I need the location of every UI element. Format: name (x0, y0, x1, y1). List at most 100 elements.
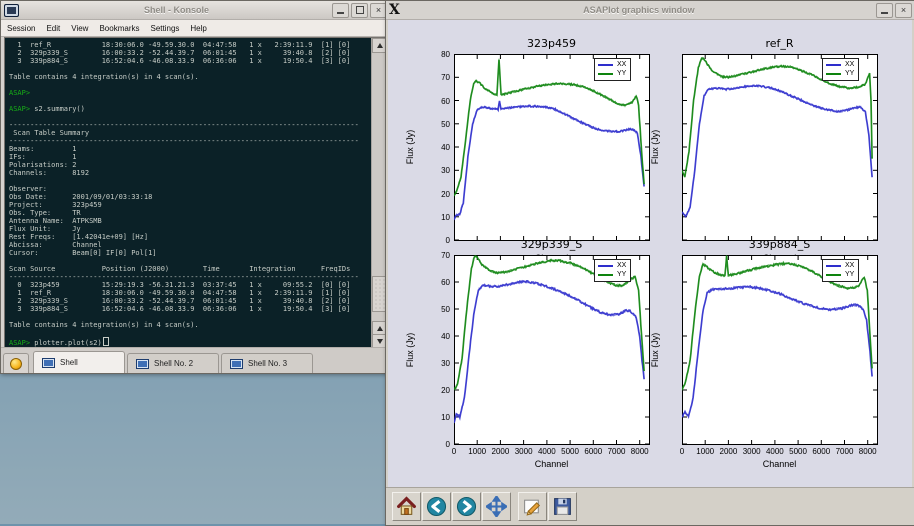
subplot-329p339_S[interactable] (454, 255, 650, 445)
konsole-menubar: Session Edit View Bookmarks Settings Help (1, 20, 390, 37)
y-tick-label: 40 (428, 332, 450, 341)
terminal-cursor (103, 337, 109, 346)
legend-label: XX (617, 262, 626, 269)
terminal-line: Scan Source Position (J2000) Time Integr… (9, 265, 371, 273)
terminal-scrollbar[interactable] (371, 38, 386, 349)
terminal-line: Obs. Type: TR (9, 209, 371, 217)
terminal-line: Antenna Name: ATPKSMB (9, 217, 371, 225)
legend-line-XX (598, 265, 613, 267)
y-tick-label: 70 (428, 73, 450, 82)
y-tick-label: 60 (428, 278, 450, 287)
maximize-button[interactable] (351, 3, 368, 18)
legend-line-YY (826, 274, 841, 276)
desktop: { "konsole": { "title": "Shell - Konsole… (0, 0, 914, 524)
legend: XX YY (822, 259, 859, 282)
terminal-line: ----------------------------------------… (9, 273, 371, 281)
terminal-line: Rest Freqs: [1.42041e+09] [Hz] (9, 233, 371, 241)
y-tick-label: 0 (428, 236, 450, 245)
terminal-line: Observer: (9, 185, 371, 193)
terminal-line: ----------------------------------------… (9, 121, 371, 129)
menu-bookmarks[interactable]: Bookmarks (99, 24, 139, 33)
legend: XX YY (594, 58, 631, 81)
y-axis-label: Flux (Jy) (650, 130, 660, 165)
x-axis-label: Channel (454, 459, 649, 469)
menu-view[interactable]: View (71, 24, 88, 33)
konsole-tabbar: ShellShell No. 2Shell No. 3 (1, 347, 390, 373)
terminal-line: Polarisations: 2 (9, 161, 371, 169)
legend-label: YY (845, 70, 854, 77)
tab-shell-no-3[interactable]: Shell No. 3 (221, 353, 313, 373)
terminal-line: Table contains 4 integration(s) in 4 sca… (9, 321, 371, 329)
minimize-button[interactable] (332, 3, 349, 18)
shell-icon (136, 359, 149, 369)
legend-label: XX (845, 61, 854, 68)
back-icon (426, 496, 447, 517)
minimize-button[interactable] (876, 3, 893, 18)
legend-line-XX (826, 265, 841, 267)
y-tick-label: 10 (428, 413, 450, 422)
legend: XX YY (822, 58, 859, 81)
subplot-339p884_S[interactable] (682, 255, 878, 445)
konsole-window: Shell - Konsole × Session Edit View Bookmar… (0, 0, 391, 374)
save-icon (552, 496, 573, 517)
y-tick-label: 50 (428, 305, 450, 314)
asaplot-titlebar[interactable]: X ASAPlot graphics window × (386, 1, 914, 20)
terminal-line: 3 339p884_S 16:52:04.6 -46.08.33.9 06:36… (9, 57, 371, 65)
legend-line-YY (826, 73, 841, 75)
y-tick-label: 80 (428, 50, 450, 59)
terminal-line: Project: 323p459 (9, 201, 371, 209)
configure-subplots-icon (522, 496, 543, 517)
y-tick-label: 30 (428, 166, 450, 175)
menu-help[interactable]: Help (190, 24, 206, 33)
new-session-button[interactable] (3, 353, 29, 373)
tab-shell[interactable]: Shell (33, 351, 125, 373)
terminal-line: 3 339p884_S 16:52:04.6 -46.08.33.9 06:36… (9, 305, 371, 313)
plot-title: 323p459 (454, 37, 649, 50)
legend-label: YY (617, 70, 626, 77)
y-tick-label: 50 (428, 120, 450, 129)
shell-icon (230, 359, 243, 369)
menu-session[interactable]: Session (7, 24, 35, 33)
menu-edit[interactable]: Edit (46, 24, 60, 33)
legend-line-YY (598, 73, 613, 75)
home-button[interactable] (392, 492, 421, 521)
subplot-323p459[interactable] (454, 54, 650, 241)
forward-button[interactable] (452, 492, 481, 521)
terminal-line: 1 ref_R 18:30:06.0 -49.59.30.0 04:47:58 … (9, 289, 371, 297)
terminal-line (9, 329, 371, 337)
konsole-titlebar[interactable]: Shell - Konsole × (1, 1, 390, 20)
x-axis-label: Channel (682, 459, 877, 469)
new-session-icon (10, 358, 22, 370)
y-axis-label: Flux (Jy) (405, 130, 415, 165)
terminal-line: Abcissa: Channel (9, 241, 371, 249)
terminal-line: ASAP> s2.summary() (9, 105, 371, 113)
x-tick-label: 8000 (853, 447, 883, 456)
terminal-line (9, 81, 371, 89)
terminal-line: ASAP> plotter.plot(s2) (9, 337, 371, 345)
legend: XX YY (594, 259, 631, 282)
tab-shell-no-2[interactable]: Shell No. 2 (127, 353, 219, 373)
configure-subplots-button[interactable] (518, 492, 547, 521)
back-button[interactable] (422, 492, 451, 521)
terminal-line (9, 113, 371, 121)
legend-label: XX (617, 61, 626, 68)
y-tick-label: 20 (428, 386, 450, 395)
terminal[interactable]: 1 ref_R 18:30:06.0 -49.59.30.0 04:47:58 … (4, 37, 387, 350)
save-button[interactable] (548, 492, 577, 521)
close-button[interactable]: × (895, 3, 912, 18)
asaplot-window: X ASAPlot graphics window × 323p459 Flux … (385, 0, 914, 526)
legend-label: YY (617, 271, 626, 278)
legend-label: XX (845, 262, 854, 269)
terminal-line: Channels: 8192 (9, 169, 371, 177)
subplot-ref_R[interactable] (682, 54, 878, 241)
figure-canvas[interactable]: 323p459 Flux (Jy) 0 10 20 30 40 50 60 70 80 Channel… (388, 20, 912, 487)
legend-label: YY (845, 271, 854, 278)
konsole-title: Shell - Konsole (23, 5, 330, 15)
terminal-line: ----------------------------------------… (9, 137, 371, 145)
terminal-line: 1 ref_R 18:30:06.0 -49.59.30.0 04:47:58 … (9, 41, 371, 49)
terminal-output: 1 ref_R 18:30:06.0 -49.59.30.0 04:47:58 … (5, 38, 371, 349)
konsole-app-icon (4, 4, 19, 17)
menu-settings[interactable]: Settings (150, 24, 179, 33)
y-tick-label: 60 (428, 97, 450, 106)
pan-button[interactable] (482, 492, 511, 521)
